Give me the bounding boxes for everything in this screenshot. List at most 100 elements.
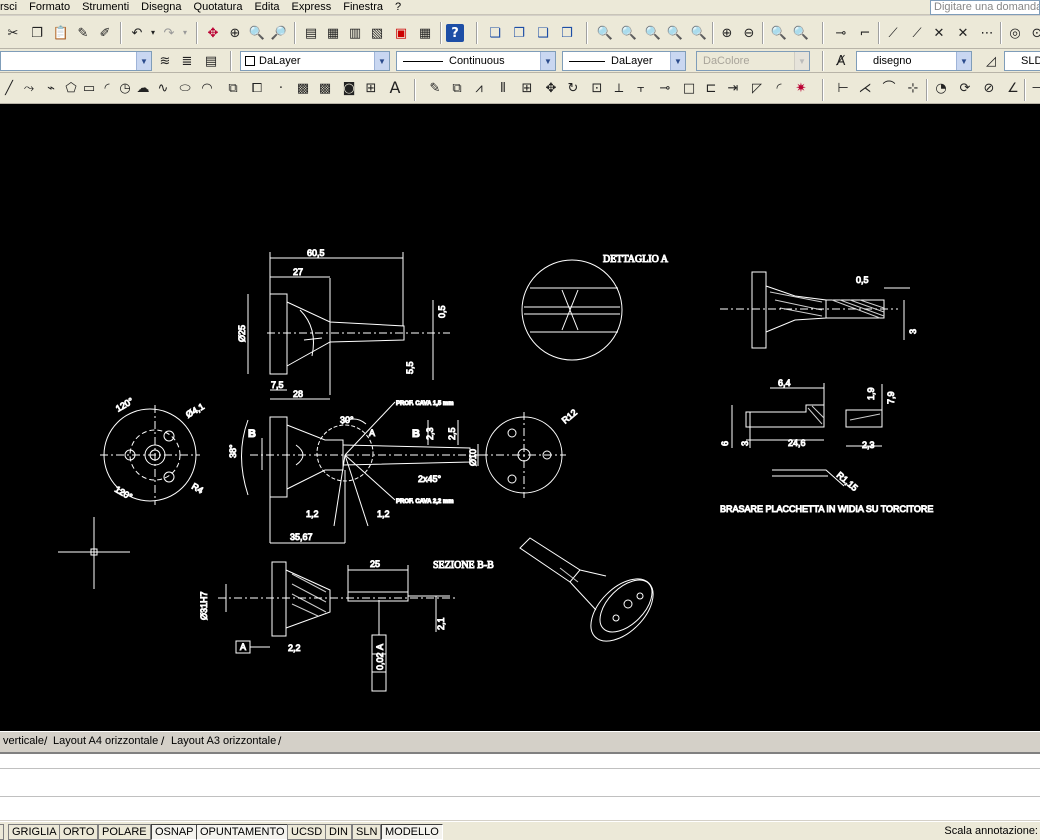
zoom-window-icon[interactable]: 🔍 bbox=[248, 24, 266, 42]
tab-layout-verticale[interactable]: verticale bbox=[0, 733, 47, 749]
circle-icon[interactable]: ◷ bbox=[116, 79, 134, 97]
region-icon[interactable]: ◙ bbox=[340, 79, 358, 97]
stretch-icon[interactable]: ⟂ bbox=[610, 79, 628, 97]
chevron-down-icon[interactable]: ▼ bbox=[374, 52, 389, 70]
bring-to-front-icon[interactable]: ❏ bbox=[486, 24, 504, 42]
zoom-realtime-icon[interactable]: ⊕ bbox=[226, 24, 244, 42]
snap-intersection-icon[interactable]: ⟋ bbox=[884, 24, 902, 42]
break-at-point-icon[interactable]: □ bbox=[680, 79, 698, 97]
redo-dropdown-icon[interactable]: ▾ bbox=[176, 24, 194, 42]
help-search-input[interactable]: Digitare una domanda bbox=[930, 0, 1040, 15]
layer-states-icon[interactable]: ▤ bbox=[202, 52, 220, 70]
text-style-combo[interactable]: disegno ▼ bbox=[856, 51, 972, 71]
layer-previous-icon[interactable]: ≣ bbox=[178, 52, 196, 70]
tab-layout-a4[interactable]: Layout A4 orizzontale bbox=[50, 733, 161, 749]
lwt-toggle[interactable]: SLN bbox=[352, 824, 382, 840]
offset-icon[interactable]: ⫴ bbox=[494, 79, 512, 97]
move-icon[interactable]: ✥ bbox=[542, 79, 560, 97]
match-properties-icon[interactable]: ✎ bbox=[74, 24, 92, 42]
sheet-set-icon[interactable]: ▧ bbox=[368, 24, 386, 42]
insert-block-icon[interactable]: ⧉ bbox=[224, 79, 242, 97]
trim-icon[interactable]: ⫟ bbox=[632, 79, 650, 97]
menu-inserisci[interactable]: rsci bbox=[0, 0, 23, 14]
snap-center-icon[interactable]: ◎ bbox=[1006, 24, 1024, 42]
chamfer-icon[interactable]: ◸ bbox=[748, 79, 766, 97]
construction-line-icon[interactable]: ⤳ bbox=[20, 79, 38, 97]
zoom-in-icon[interactable]: ⊕ bbox=[718, 24, 736, 42]
model-toggle[interactable]: MODELLO bbox=[381, 824, 443, 840]
join-icon[interactable]: ⇥ bbox=[724, 79, 742, 97]
snap-quadrant-icon[interactable]: ⊙ bbox=[1028, 24, 1040, 42]
menu-strumenti[interactable]: Strumenti bbox=[76, 0, 135, 14]
text-style-icon[interactable]: A̸ bbox=[832, 52, 850, 70]
menu-edita[interactable]: Edita bbox=[248, 0, 285, 14]
zoom-scale-icon[interactable]: 🔍 bbox=[644, 24, 662, 42]
scale-icon[interactable]: ⊡ bbox=[588, 79, 606, 97]
diameter-dim-icon[interactable]: ⊘ bbox=[980, 79, 998, 97]
revision-cloud-icon[interactable]: ☁ bbox=[134, 79, 152, 97]
erase-icon[interactable]: ✎ bbox=[426, 79, 444, 97]
tab-layout-a3[interactable]: Layout A3 orizzontale bbox=[168, 733, 279, 749]
snap-endpoint-icon[interactable]: ⊸ bbox=[832, 24, 850, 42]
zoom-extents-icon[interactable]: 🔍 bbox=[792, 24, 810, 42]
fillet-icon[interactable]: ◜ bbox=[770, 79, 788, 97]
design-center-icon[interactable]: ▦ bbox=[324, 24, 342, 42]
explode-icon[interactable]: ✷ bbox=[792, 79, 810, 97]
grid-toggle[interactable]: GRIGLIA bbox=[8, 824, 61, 840]
linear-dim-icon[interactable]: ⊢ bbox=[834, 79, 852, 97]
dim-style-icon[interactable]: ◿ bbox=[982, 52, 1000, 70]
dyn-toggle[interactable]: DIN bbox=[325, 824, 352, 840]
menu-finestra[interactable]: Finestra bbox=[337, 0, 389, 14]
layer-combo[interactable]: ▼ bbox=[0, 51, 152, 71]
ortho-toggle[interactable]: ORTO bbox=[59, 824, 99, 840]
ducs-toggle[interactable]: UCSD bbox=[287, 824, 327, 840]
jogged-dim-icon[interactable]: ⟳ bbox=[956, 79, 974, 97]
hatch-icon[interactable]: ▩ bbox=[294, 79, 312, 97]
otrack-toggle[interactable]: OPUNTAMENTO bbox=[196, 824, 289, 840]
ellipse-icon[interactable]: ⬭ bbox=[176, 79, 194, 97]
zoom-window2-icon[interactable]: 🔍 bbox=[596, 24, 614, 42]
snap-toggle[interactable] bbox=[0, 824, 4, 840]
calculator-icon[interactable]: ▦ bbox=[416, 24, 434, 42]
chevron-down-icon[interactable]: ▼ bbox=[956, 52, 971, 70]
bring-above-icon[interactable]: ❑ bbox=[534, 24, 552, 42]
polygon-icon[interactable]: ⬠ bbox=[62, 79, 80, 97]
aligned-dim-icon[interactable]: ⋌ bbox=[856, 79, 874, 97]
help-icon[interactable]: ? bbox=[446, 24, 464, 42]
menu-express[interactable]: Express bbox=[286, 0, 338, 14]
make-block-icon[interactable]: ⧠ bbox=[248, 79, 266, 97]
markup-icon[interactable]: ▣ bbox=[392, 24, 410, 42]
rotate-icon[interactable]: ↻ bbox=[564, 79, 582, 97]
menu-formato[interactable]: Formato bbox=[23, 0, 76, 14]
pan-icon[interactable]: ✥ bbox=[204, 24, 222, 42]
color-combo[interactable]: DaLayer ▼ bbox=[240, 51, 390, 71]
menu-quotatura[interactable]: Quotatura bbox=[188, 0, 249, 14]
dim-style-combo[interactable]: SLD bbox=[1004, 51, 1040, 71]
osnap-toggle[interactable]: OSNAP bbox=[151, 824, 198, 840]
tool-palettes-icon[interactable]: ▥ bbox=[346, 24, 364, 42]
zoom-object-icon[interactable]: 🔍 bbox=[690, 24, 708, 42]
quick-dim-icon[interactable]: ⊣ bbox=[1028, 79, 1040, 97]
radius-dim-icon[interactable]: ◔ bbox=[932, 79, 950, 97]
make-current-layer-icon[interactable]: ≋ bbox=[156, 52, 174, 70]
drawing-canvas[interactable]: 60,5 27 0,5 Ø25 5,5 7,5 28 120° Ø4,1 120… bbox=[0, 104, 1040, 731]
cut-icon[interactable]: ✂ bbox=[4, 24, 22, 42]
snap-extension-icon[interactable]: ✕ bbox=[954, 24, 972, 42]
linetype-combo[interactable]: Continuous ▼ bbox=[396, 51, 556, 71]
polyline-icon[interactable]: ⌁ bbox=[42, 79, 60, 97]
break-icon[interactable]: ⊏ bbox=[702, 79, 720, 97]
command-line[interactable] bbox=[0, 752, 1040, 820]
snap-parallel-icon[interactable]: ⋯ bbox=[978, 24, 996, 42]
polar-toggle[interactable]: POLARE bbox=[98, 824, 151, 840]
snap-cross-icon[interactable]: ✕ bbox=[930, 24, 948, 42]
zoom-out-icon[interactable]: ⊖ bbox=[740, 24, 758, 42]
paste-icon[interactable]: 📋 bbox=[52, 24, 70, 42]
zoom-previous-icon[interactable]: 🔎 bbox=[270, 24, 288, 42]
menu-help[interactable]: ? bbox=[389, 0, 407, 14]
snap-apparent-icon[interactable]: ⟋ bbox=[908, 24, 926, 42]
table-icon[interactable]: ⊞ bbox=[362, 79, 380, 97]
properties-icon[interactable]: ▤ bbox=[302, 24, 320, 42]
arc-length-icon[interactable]: ⌒ bbox=[880, 79, 898, 97]
rectangle-icon[interactable]: ▭ bbox=[80, 79, 98, 97]
chevron-down-icon[interactable]: ▼ bbox=[670, 52, 685, 70]
